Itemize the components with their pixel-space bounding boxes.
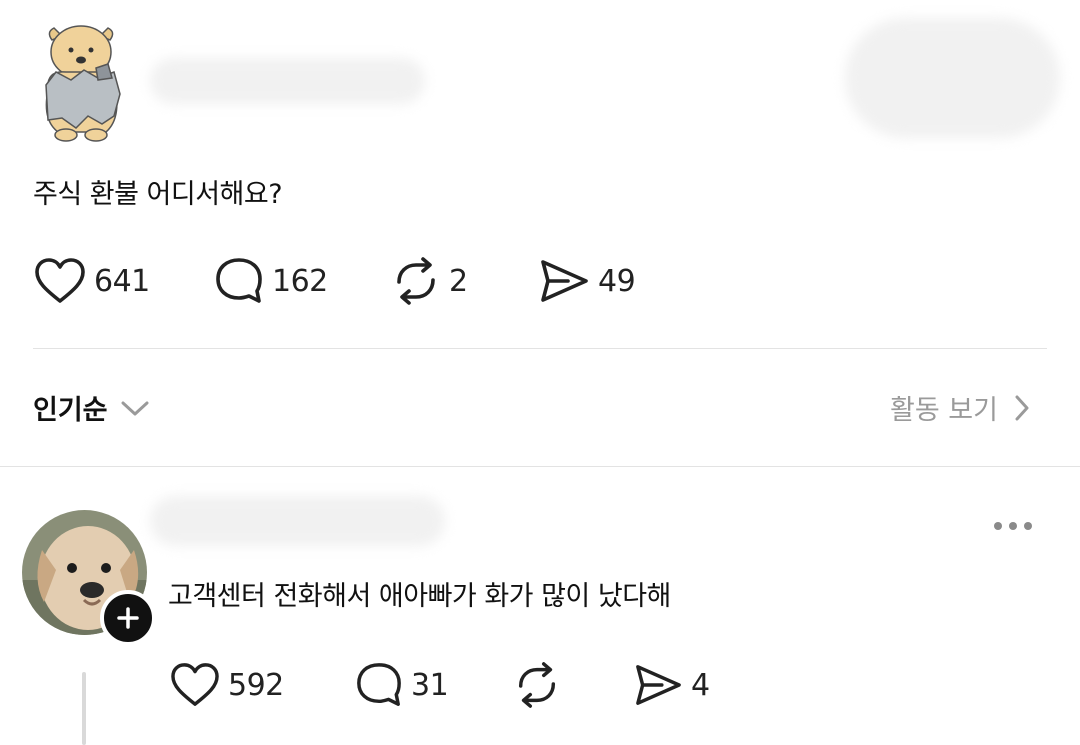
repost-count: 2 bbox=[449, 263, 468, 299]
reply-comment-button[interactable]: 31 bbox=[355, 661, 513, 709]
view-activity-link[interactable]: 활동 보기 bbox=[890, 388, 1030, 427]
chevron-down-icon bbox=[121, 401, 149, 415]
redacted-reply-username bbox=[150, 496, 445, 546]
more-horizontal-icon bbox=[1009, 522, 1017, 530]
post-text: 주식 환불 어디서해요? bbox=[33, 179, 283, 210]
speech-bubble-icon bbox=[357, 663, 401, 706]
more-horizontal-icon bbox=[994, 522, 1002, 530]
dog-illustration bbox=[45, 25, 121, 142]
comment-button[interactable]: 162 bbox=[214, 256, 391, 306]
follow-button[interactable] bbox=[100, 590, 156, 646]
reply-share-button[interactable]: 4 bbox=[633, 662, 710, 708]
thread-line bbox=[82, 672, 86, 745]
like-button[interactable]: 641 bbox=[34, 257, 214, 305]
share-count: 49 bbox=[598, 263, 636, 299]
divider bbox=[33, 348, 1047, 349]
post-author-avatar[interactable] bbox=[36, 20, 126, 145]
post-actions: 641 162 2 49 bbox=[34, 256, 636, 306]
heart-icon bbox=[35, 258, 85, 303]
reply-share-count: 4 bbox=[691, 667, 710, 703]
send-icon bbox=[541, 260, 588, 302]
section-divider bbox=[0, 466, 1080, 467]
reply-text: 고객센터 전화해서 애아빠가 화가 많이 났다해 bbox=[168, 581, 671, 612]
more-options-button[interactable] bbox=[994, 522, 1032, 530]
reply-comment-count: 31 bbox=[411, 667, 449, 703]
heart-icon bbox=[171, 663, 219, 706]
redacted-header-area bbox=[845, 18, 1060, 138]
more-horizontal-icon bbox=[1024, 522, 1032, 530]
speech-bubble-icon bbox=[216, 258, 262, 303]
reply-like-button[interactable]: 592 bbox=[170, 662, 355, 708]
sort-label: 인기순 bbox=[33, 395, 108, 426]
send-icon bbox=[636, 665, 681, 705]
sort-dropdown[interactable]: 인기순 bbox=[33, 388, 150, 427]
reply-like-count: 592 bbox=[228, 667, 284, 703]
repost-icon bbox=[518, 662, 556, 708]
redacted-username bbox=[150, 58, 425, 104]
comment-count: 162 bbox=[272, 263, 328, 299]
like-count: 641 bbox=[94, 263, 150, 299]
repost-button[interactable]: 2 bbox=[391, 256, 538, 306]
plus-icon bbox=[117, 607, 139, 629]
view-activity-label: 활동 보기 bbox=[890, 395, 998, 426]
reply-repost-button[interactable] bbox=[513, 661, 633, 709]
reply-actions: 592 31 4 bbox=[170, 661, 710, 709]
repost-icon bbox=[397, 257, 435, 305]
chevron-right-icon bbox=[1015, 395, 1029, 420]
share-button[interactable]: 49 bbox=[538, 257, 636, 305]
